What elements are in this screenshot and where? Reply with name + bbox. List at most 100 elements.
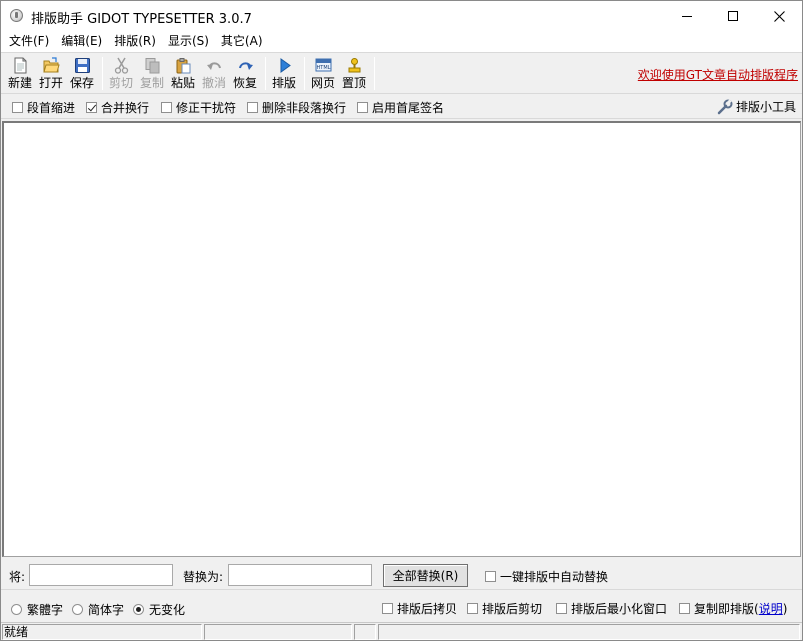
checkbox-label: 排版后最小化窗口 <box>571 602 668 616</box>
radio-circle <box>11 604 22 615</box>
redo-button-label: 恢复 <box>232 76 257 90</box>
welcome-link[interactable]: 欢迎使用GT文章自动排版程序 <box>638 66 798 83</box>
toolbar: 新建 打开 保存 剪切 复制 粘贴 撤消 恢复 排版 HTML 网页 置顶 欢迎… <box>1 52 802 94</box>
checkbox-box <box>86 102 97 113</box>
checkbox-label: 复制即排版( <box>694 602 759 616</box>
cut-after-typeset-checkbox[interactable]: 排版后剪切 <box>467 600 542 617</box>
title-bar: 排版助手 GIDOT TYPESETTER 3.0.7 <box>1 1 802 31</box>
checkbox-box <box>679 603 690 614</box>
menu-bar: 文件(F) 编辑(E) 排版(R) 显示(S) 其它(A) <box>1 31 802 52</box>
replace-all-button[interactable]: 全部替换(R) <box>383 564 468 587</box>
undo-arrow-icon <box>207 62 221 70</box>
merge-linebreak-checkbox[interactable]: 合并换行 <box>86 99 149 116</box>
fix-interference-checkbox[interactable]: 修正干扰符 <box>161 99 236 116</box>
traditional-radio[interactable]: 繁體字 <box>11 601 63 618</box>
app-window: 排版助手 GIDOT TYPESETTER 3.0.7 文件(F) 编辑(E) … <box>0 0 803 641</box>
new-button[interactable]: 新建 <box>5 55 35 91</box>
html-page-icon: HTML <box>315 58 332 72</box>
checkbox-box <box>467 603 478 614</box>
svg-text:HTML: HTML <box>317 65 331 71</box>
copy-after-typeset-checkbox[interactable]: 排版后拷贝 <box>382 600 457 617</box>
find-input[interactable] <box>29 564 173 586</box>
minimize-button[interactable] <box>664 1 710 31</box>
no-change-radio[interactable]: 无变化 <box>133 601 185 618</box>
status-text: 就绪 <box>2 624 202 640</box>
typeset-button[interactable]: 排版 <box>269 55 299 91</box>
close-button[interactable] <box>756 1 802 31</box>
auto-replace-checkbox[interactable]: 一键排版中自动替换 <box>485 568 608 585</box>
new-document-icon <box>14 57 27 74</box>
radio-circle <box>133 604 144 615</box>
radio-label: 繁體字 <box>27 603 64 617</box>
find-label: 将: <box>9 570 26 584</box>
webpage-button[interactable]: HTML 网页 <box>308 55 338 91</box>
menu-other[interactable]: 其它(A) <box>215 31 269 52</box>
checkbox-label: 删除非段落换行 <box>262 101 347 115</box>
checkbox-label: 合并换行 <box>101 101 150 115</box>
copy-to-typeset-checkbox[interactable]: 复制即排版(说明) <box>679 600 787 617</box>
checkbox-box <box>357 102 368 113</box>
copy-icon <box>145 58 160 74</box>
undo-button[interactable]: 撤消 <box>199 55 229 91</box>
scissors-icon <box>114 57 129 74</box>
simplified-radio[interactable]: 简体字 <box>72 601 124 618</box>
replace-label: 替换为: <box>183 570 224 584</box>
wrench-icon <box>717 98 733 114</box>
open-folder-icon <box>43 57 60 73</box>
paste-button[interactable]: 粘贴 <box>168 55 198 91</box>
save-disk-icon <box>75 58 90 73</box>
minimize-after-typeset-checkbox[interactable]: 排版后最小化窗口 <box>556 600 667 617</box>
text-editor[interactable] <box>2 121 801 557</box>
checkbox-label-close: ) <box>782 601 788 616</box>
cut-button[interactable]: 剪切 <box>106 55 136 91</box>
options-bar: 段首缩进 合并换行 修正干扰符 删除非段落换行 启用首尾签名 排版小工具 <box>1 95 802 119</box>
replace-input[interactable] <box>228 564 372 586</box>
indent-paragraph-checkbox[interactable]: 段首缩进 <box>12 99 75 116</box>
replace-bar: 将: 替换为: 全部替换(R) 一键排版中自动替换 <box>1 560 802 590</box>
pin-top-button-label: 置顶 <box>341 76 366 90</box>
checkbox-box <box>247 102 258 113</box>
menu-typeset[interactable]: 排版(R) <box>108 31 162 52</box>
checkbox-box <box>485 571 496 582</box>
play-triangle-icon <box>280 58 291 73</box>
save-button[interactable]: 保存 <box>67 55 97 91</box>
open-button[interactable]: 打开 <box>36 55 66 91</box>
close-icon <box>773 10 785 22</box>
typeset-button-label: 排版 <box>271 76 296 90</box>
copy-button[interactable]: 复制 <box>137 55 167 91</box>
window-title: 排版助手 GIDOT TYPESETTER 3.0.7 <box>31 12 252 27</box>
checkbox-box <box>556 603 567 614</box>
typeset-tools-button[interactable]: 排版小工具 <box>717 98 796 115</box>
remove-nonparagraph-break-checkbox[interactable]: 删除非段落换行 <box>247 99 346 116</box>
redo-arrow-icon <box>239 62 253 70</box>
maximize-button[interactable] <box>710 1 756 31</box>
checkbox-box <box>161 102 172 113</box>
radio-label: 无变化 <box>149 603 186 617</box>
toolbar-separator <box>374 57 375 90</box>
signature-checkbox[interactable]: 启用首尾签名 <box>357 99 444 116</box>
app-icon <box>10 9 23 22</box>
checkbox-label: 启用首尾签名 <box>372 101 445 115</box>
redo-button[interactable]: 恢复 <box>230 55 260 91</box>
status-pane <box>378 624 800 640</box>
radio-label: 简体字 <box>88 603 125 617</box>
pin-top-icon <box>348 58 361 73</box>
menu-view[interactable]: 显示(S) <box>162 31 215 52</box>
help-link[interactable]: 说明 <box>759 600 783 617</box>
checkbox-label: 修正干扰符 <box>176 101 237 115</box>
menu-file[interactable]: 文件(F) <box>3 31 55 52</box>
menu-edit[interactable]: 编辑(E) <box>55 31 108 52</box>
pin-top-button[interactable]: 置顶 <box>339 55 369 91</box>
checkbox-box <box>12 102 23 113</box>
maximize-icon <box>728 11 738 21</box>
checkbox-label: 排版后拷贝 <box>397 602 458 616</box>
paste-clipboard-icon <box>176 58 191 74</box>
checkbox-box <box>382 603 393 614</box>
typeset-tools-label: 排版小工具 <box>735 100 796 114</box>
checkbox-label: 排版后剪切 <box>482 602 543 616</box>
status-pane <box>354 624 376 640</box>
checkbox-label: 段首缩进 <box>27 101 76 115</box>
status-pane <box>204 624 352 640</box>
radio-circle <box>72 604 83 615</box>
conversion-bar: 繁體字 简体字 无变化 排版后拷贝 排版后剪切 排版后最小化窗口 复制即排版(说… <box>1 592 802 622</box>
